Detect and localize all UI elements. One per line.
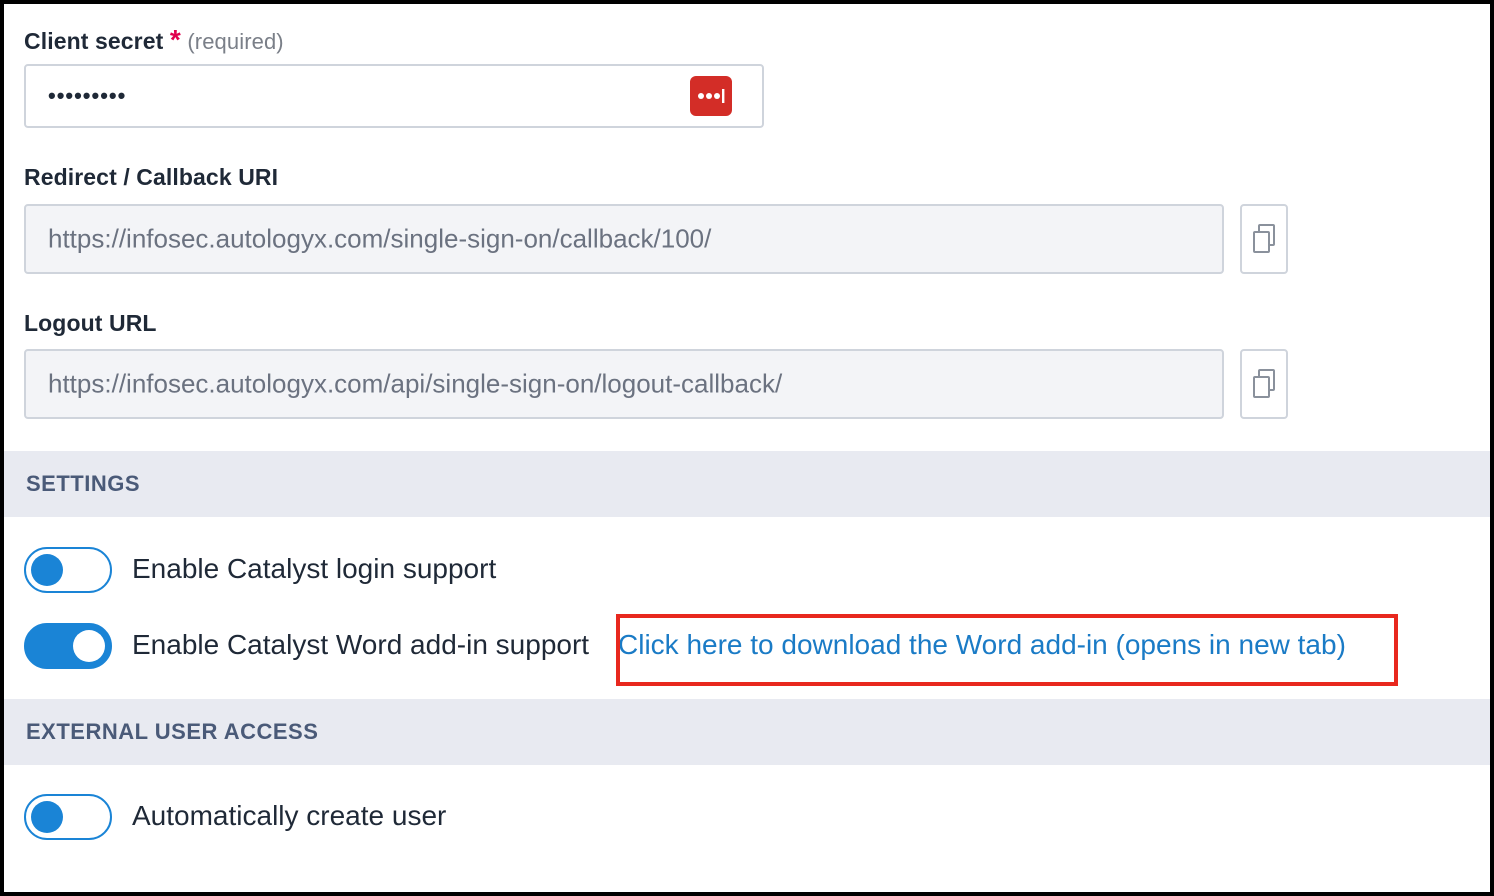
toggle-knob	[73, 630, 105, 662]
settings-section-header: SETTINGS	[4, 451, 1490, 517]
highlight-annotation-box	[616, 614, 1398, 686]
redirect-uri-value[interactable]: https://infosec.autologyx.com/single-sig…	[48, 224, 711, 255]
auto-create-user-label: Automatically create user	[132, 800, 447, 831]
toggle-auto-create-user[interactable]	[24, 794, 112, 840]
toggle-knob	[31, 801, 63, 833]
copy-icon	[1253, 224, 1275, 253]
catalyst-login-label: Enable Catalyst login support	[132, 553, 497, 584]
toggle-word-addin[interactable]	[24, 623, 112, 669]
required-asterisk: *	[169, 24, 181, 55]
lastpass-icon[interactable]	[690, 76, 732, 116]
sso-settings-panel: Client secret * (required) ••••••••• Red…	[0, 0, 1494, 896]
settings-section-title: SETTINGS	[26, 471, 141, 496]
required-text: (required)	[187, 29, 284, 54]
redirect-uri-field[interactable]: https://infosec.autologyx.com/single-sig…	[24, 204, 1224, 274]
lastpass-dots-icon	[698, 89, 725, 103]
toggle-catalyst-login[interactable]	[24, 547, 112, 593]
redirect-uri-label: Redirect / Callback URI	[24, 164, 279, 190]
client-secret-label-text: Client secret	[24, 28, 164, 54]
client-secret-value[interactable]: •••••••••	[48, 83, 126, 109]
client-secret-input[interactable]: •••••••••	[24, 64, 764, 128]
client-secret-label: Client secret * (required)	[24, 24, 284, 56]
logout-url-field[interactable]: https://infosec.autologyx.com/api/single…	[24, 349, 1224, 419]
copy-icon	[1253, 369, 1275, 398]
logout-url-value[interactable]: https://infosec.autologyx.com/api/single…	[48, 369, 782, 400]
toggle-knob	[31, 554, 63, 586]
external-user-access-title: EXTERNAL USER ACCESS	[26, 719, 319, 744]
logout-url-label: Logout URL	[24, 310, 157, 336]
word-addin-label: Enable Catalyst Word add-in support	[132, 629, 590, 660]
copy-redirect-uri-button[interactable]	[1240, 204, 1288, 274]
external-user-access-header: EXTERNAL USER ACCESS	[4, 699, 1490, 765]
copy-logout-url-button[interactable]	[1240, 349, 1288, 419]
